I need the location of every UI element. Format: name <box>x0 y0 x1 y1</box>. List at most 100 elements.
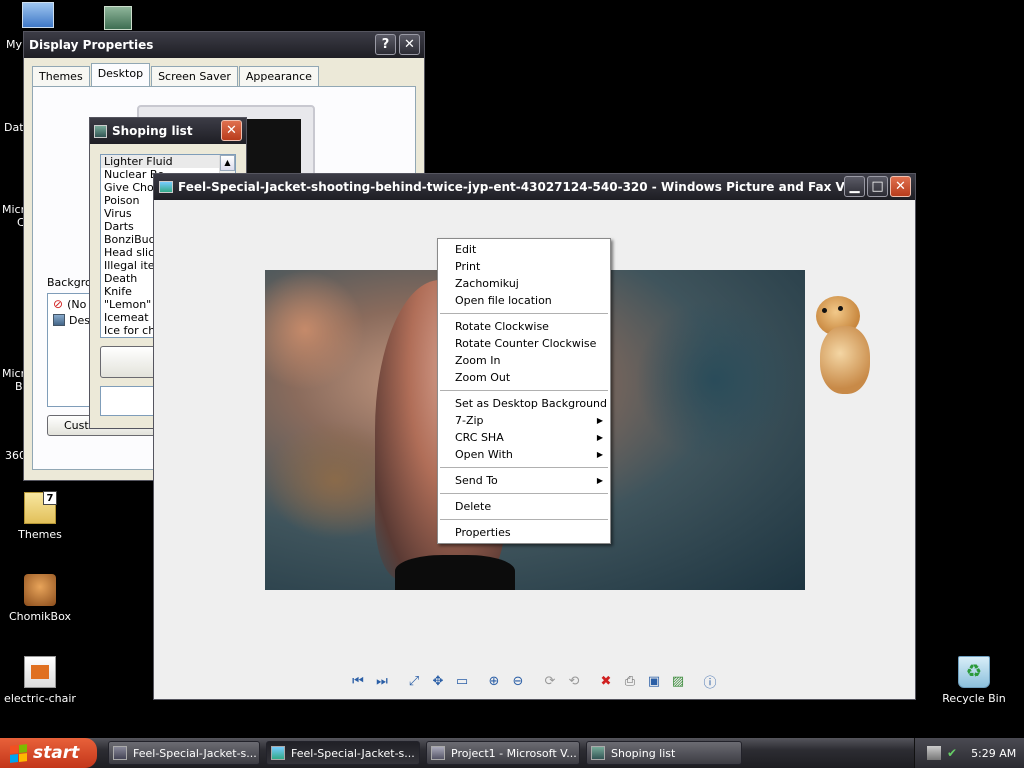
previous-image-icon[interactable]: ⏮ <box>348 671 368 691</box>
desktop-icon-recycle-bin[interactable]: ♻ Recycle Bin <box>934 656 1014 705</box>
menu-item[interactable]: Zoom Out <box>438 369 610 386</box>
hamster-mascot[interactable] <box>808 296 874 396</box>
menu-item[interactable]: Open file location <box>438 292 610 309</box>
network-tray-icon[interactable] <box>927 746 941 760</box>
menu-item-label: CRC SHA <box>455 431 504 444</box>
desktop-label-partial[interactable]: Micr <box>2 367 25 380</box>
zoom-out-icon[interactable]: ⊖ <box>508 671 528 691</box>
clock[interactable]: 5:29 AM <box>971 747 1016 760</box>
folder-icon: 7 <box>24 491 57 524</box>
print-icon[interactable]: ⎙ <box>620 671 640 691</box>
minimize-button[interactable]: ▁ <box>844 176 865 197</box>
slideshow-icon[interactable]: ▭ <box>452 671 472 691</box>
desktop-icon-label: Themes <box>18 528 62 541</box>
desktop-label-partial[interactable]: B <box>15 380 23 393</box>
maximize-button[interactable]: □ <box>867 176 888 197</box>
edit-image-icon[interactable]: ▨ <box>668 671 688 691</box>
menu-item[interactable]: Open With ▶ <box>438 446 610 463</box>
title-bar[interactable]: Display Properties ? ✕ <box>24 32 424 58</box>
document-icon <box>24 656 56 688</box>
shopping-list-task-icon <box>591 746 605 760</box>
title-bar[interactable]: Feel-Special-Jacket-shooting-behind-twic… <box>154 174 915 200</box>
best-fit-icon[interactable]: ⤢ <box>404 671 424 691</box>
desktop-icon-chomikbox[interactable]: ChomikBox <box>0 574 80 623</box>
scroll-up-button[interactable]: ▲ <box>220 155 235 171</box>
safely-remove-tray-icon[interactable]: ✔ <box>947 746 957 760</box>
menu-item-label: Print <box>455 260 481 273</box>
rotate-counterclockwise-icon[interactable]: ⟲ <box>564 671 584 691</box>
app-icon <box>94 124 107 138</box>
taskbar-button-active[interactable]: Feel-Special-Jacket-s... <box>266 741 420 765</box>
task-label: Shoping list <box>611 746 676 760</box>
desktop-icon-label: ChomikBox <box>9 610 71 623</box>
task-label: Feel-Special-Jacket-s... <box>133 746 257 760</box>
desktop-label-partial[interactable]: Micr <box>2 203 25 216</box>
actual-size-icon[interactable]: ✥ <box>428 671 448 691</box>
viewer-task-icon <box>113 746 127 760</box>
menu-separator <box>440 467 608 468</box>
taskbar: start Feel-Special-Jacket-s... Feel-Spec… <box>0 738 1024 768</box>
taskbar-button[interactable]: Feel-Special-Jacket-s... <box>108 741 260 765</box>
menu-item[interactable]: Edit <box>438 241 610 258</box>
delete-icon[interactable]: ✖ <box>596 671 616 691</box>
viewer-app-icon <box>159 181 173 193</box>
help-button[interactable]: ? <box>375 34 396 55</box>
start-button[interactable]: start <box>0 738 97 768</box>
list-item-label: Des <box>69 313 90 327</box>
menu-item-label: Rotate Counter Clockwise <box>455 337 597 350</box>
submenu-arrow-icon: ▶ <box>596 476 603 485</box>
close-button[interactable]: ✕ <box>399 34 420 55</box>
desktop-icon-label: electric-chair <box>4 692 76 705</box>
menu-separator <box>440 493 608 494</box>
vb-project-icon <box>431 746 445 760</box>
menu-item-label: Set as Desktop Background <box>455 397 608 410</box>
menu-item-label: Zachomikuj <box>455 277 519 290</box>
task-label: Project1 - Microsoft V... <box>451 746 577 760</box>
close-button[interactable]: ✕ <box>890 176 911 197</box>
windows-logo-icon <box>10 743 27 763</box>
menu-item[interactable]: 7-Zip ▶ <box>438 412 610 429</box>
submenu-arrow-icon: ▶ <box>596 450 603 459</box>
menu-item-label: Zoom In <box>455 354 501 367</box>
rotate-clockwise-icon[interactable]: ⟳ <box>540 671 560 691</box>
recycle-bin-icon: ♻ <box>958 656 990 688</box>
desktop-label-partial[interactable]: Dat <box>4 121 24 134</box>
task-label: Feel-Special-Jacket-s... <box>291 746 415 760</box>
list-item[interactable]: Lighter Fluid <box>101 155 235 168</box>
network-icon[interactable] <box>104 6 132 30</box>
menu-item[interactable]: Delete <box>438 498 610 515</box>
desktop-icon-themes[interactable]: 7 Themes <box>0 491 80 541</box>
close-button[interactable]: ✕ <box>221 120 242 141</box>
menu-item-label: Rotate Clockwise <box>455 320 549 333</box>
context-menu: Edit Print Zachomikuj Open file location Rot… <box>437 238 611 544</box>
menu-item-label: 7-Zip <box>455 414 484 427</box>
title-bar[interactable]: Shoping list ✕ <box>90 118 246 144</box>
tab-desktop[interactable]: Desktop <box>90 63 151 86</box>
desktop-icon-label: Recycle Bin <box>942 692 1006 705</box>
menu-item-label: Zoom Out <box>455 371 511 384</box>
window-title: Display Properties <box>29 38 154 52</box>
menu-separator <box>440 313 608 314</box>
desktop-icon-electric-chair[interactable]: electric-chair <box>0 656 80 705</box>
menu-item[interactable]: Zachomikuj <box>438 275 610 292</box>
menu-item[interactable]: Properties <box>438 524 610 541</box>
zoom-in-icon[interactable]: ⊕ <box>484 671 504 691</box>
menu-item[interactable]: Rotate Counter Clockwise <box>438 335 610 352</box>
image-file-icon <box>53 314 65 326</box>
taskbar-button[interactable]: Shoping list <box>586 741 742 765</box>
next-image-icon[interactable]: ⏭ <box>372 671 392 691</box>
menu-item-label: Edit <box>455 243 477 256</box>
viewer-task-icon <box>271 746 285 760</box>
menu-item[interactable]: Set as Desktop Background <box>438 395 610 412</box>
menu-item[interactable]: Send To ▶ <box>438 472 610 489</box>
menu-item[interactable]: CRC SHA ▶ <box>438 429 610 446</box>
help-icon[interactable]: ⓘ <box>700 671 720 691</box>
desktop-label-partial[interactable]: My <box>6 38 22 51</box>
menu-item[interactable]: Print <box>438 258 610 275</box>
save-icon[interactable]: ▣ <box>644 671 664 691</box>
menu-item[interactable]: Rotate Clockwise <box>438 318 610 335</box>
my-computer-icon[interactable] <box>22 2 54 28</box>
taskbar-button[interactable]: Project1 - Microsoft V... <box>426 741 580 765</box>
system-tray: ✔ 5:29 AM <box>914 738 1024 768</box>
menu-item[interactable]: Zoom In <box>438 352 610 369</box>
